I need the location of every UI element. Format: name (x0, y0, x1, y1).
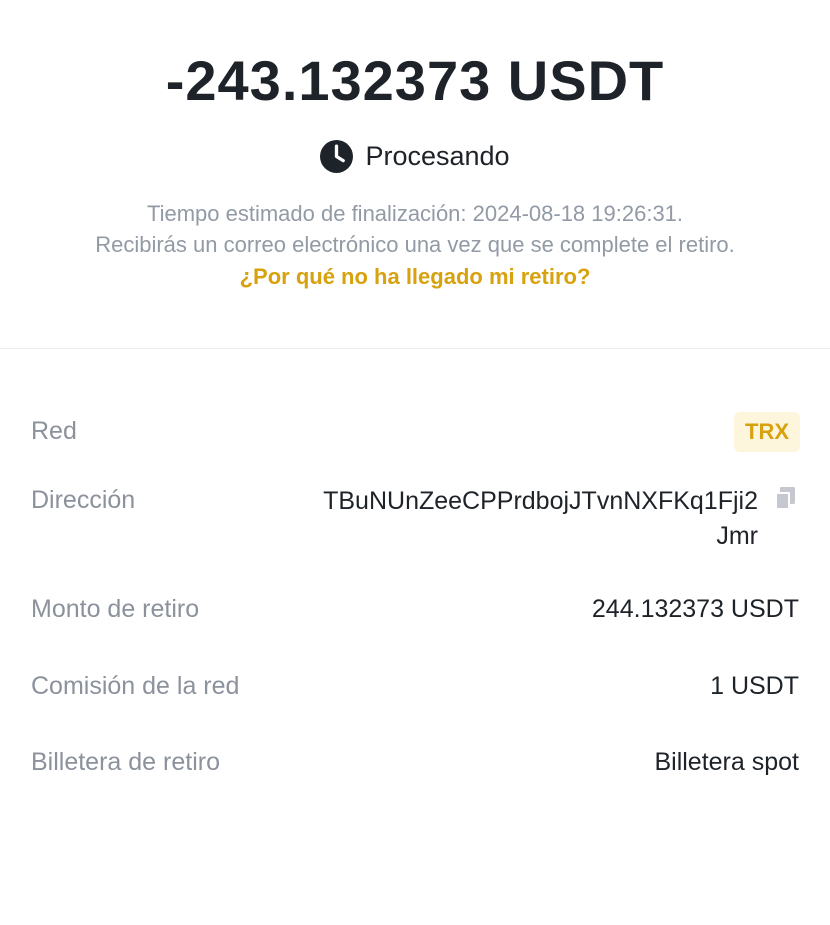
status-row: Procesando (0, 140, 830, 173)
withdrawal-help-link[interactable]: ¿Por qué no ha llegado mi retiro? (0, 264, 830, 290)
divider (0, 348, 830, 349)
withdrawal-detail-page: -243.132373 USDT Procesando Tiempo estim… (0, 0, 830, 925)
clock-icon (320, 140, 354, 173)
wallet-label: Billetera de retiro (31, 748, 220, 776)
network-badge: TRX (734, 412, 800, 452)
address-label: Dirección (31, 486, 136, 514)
estimated-time-info: Tiempo estimado de finalización: 2024-08… (0, 198, 830, 260)
email-notice-text: Recibirás un correo electrónico una vez … (95, 232, 735, 257)
withdraw-amount-label: Monto de retiro (31, 595, 200, 623)
withdraw-amount-value: 244.132373 USDT (591, 595, 799, 623)
status-label: Procesando (365, 141, 510, 171)
network-label: Red (31, 417, 77, 445)
wallet-value: Billetera spot (654, 748, 799, 776)
withdrawal-amount: -243.132373 USDT (165, 49, 665, 112)
network-fee-value: 1 USDT (710, 672, 799, 700)
estimated-time-text: Tiempo estimado de finalización: 2024-08… (146, 201, 684, 226)
network-fee-label: Comisión de la red (31, 672, 240, 700)
copy-icon[interactable] (773, 486, 797, 512)
address-value: TBuNUnZeeCPPrdbojJTvnNXFKq1Fji2Jmr (323, 487, 758, 550)
